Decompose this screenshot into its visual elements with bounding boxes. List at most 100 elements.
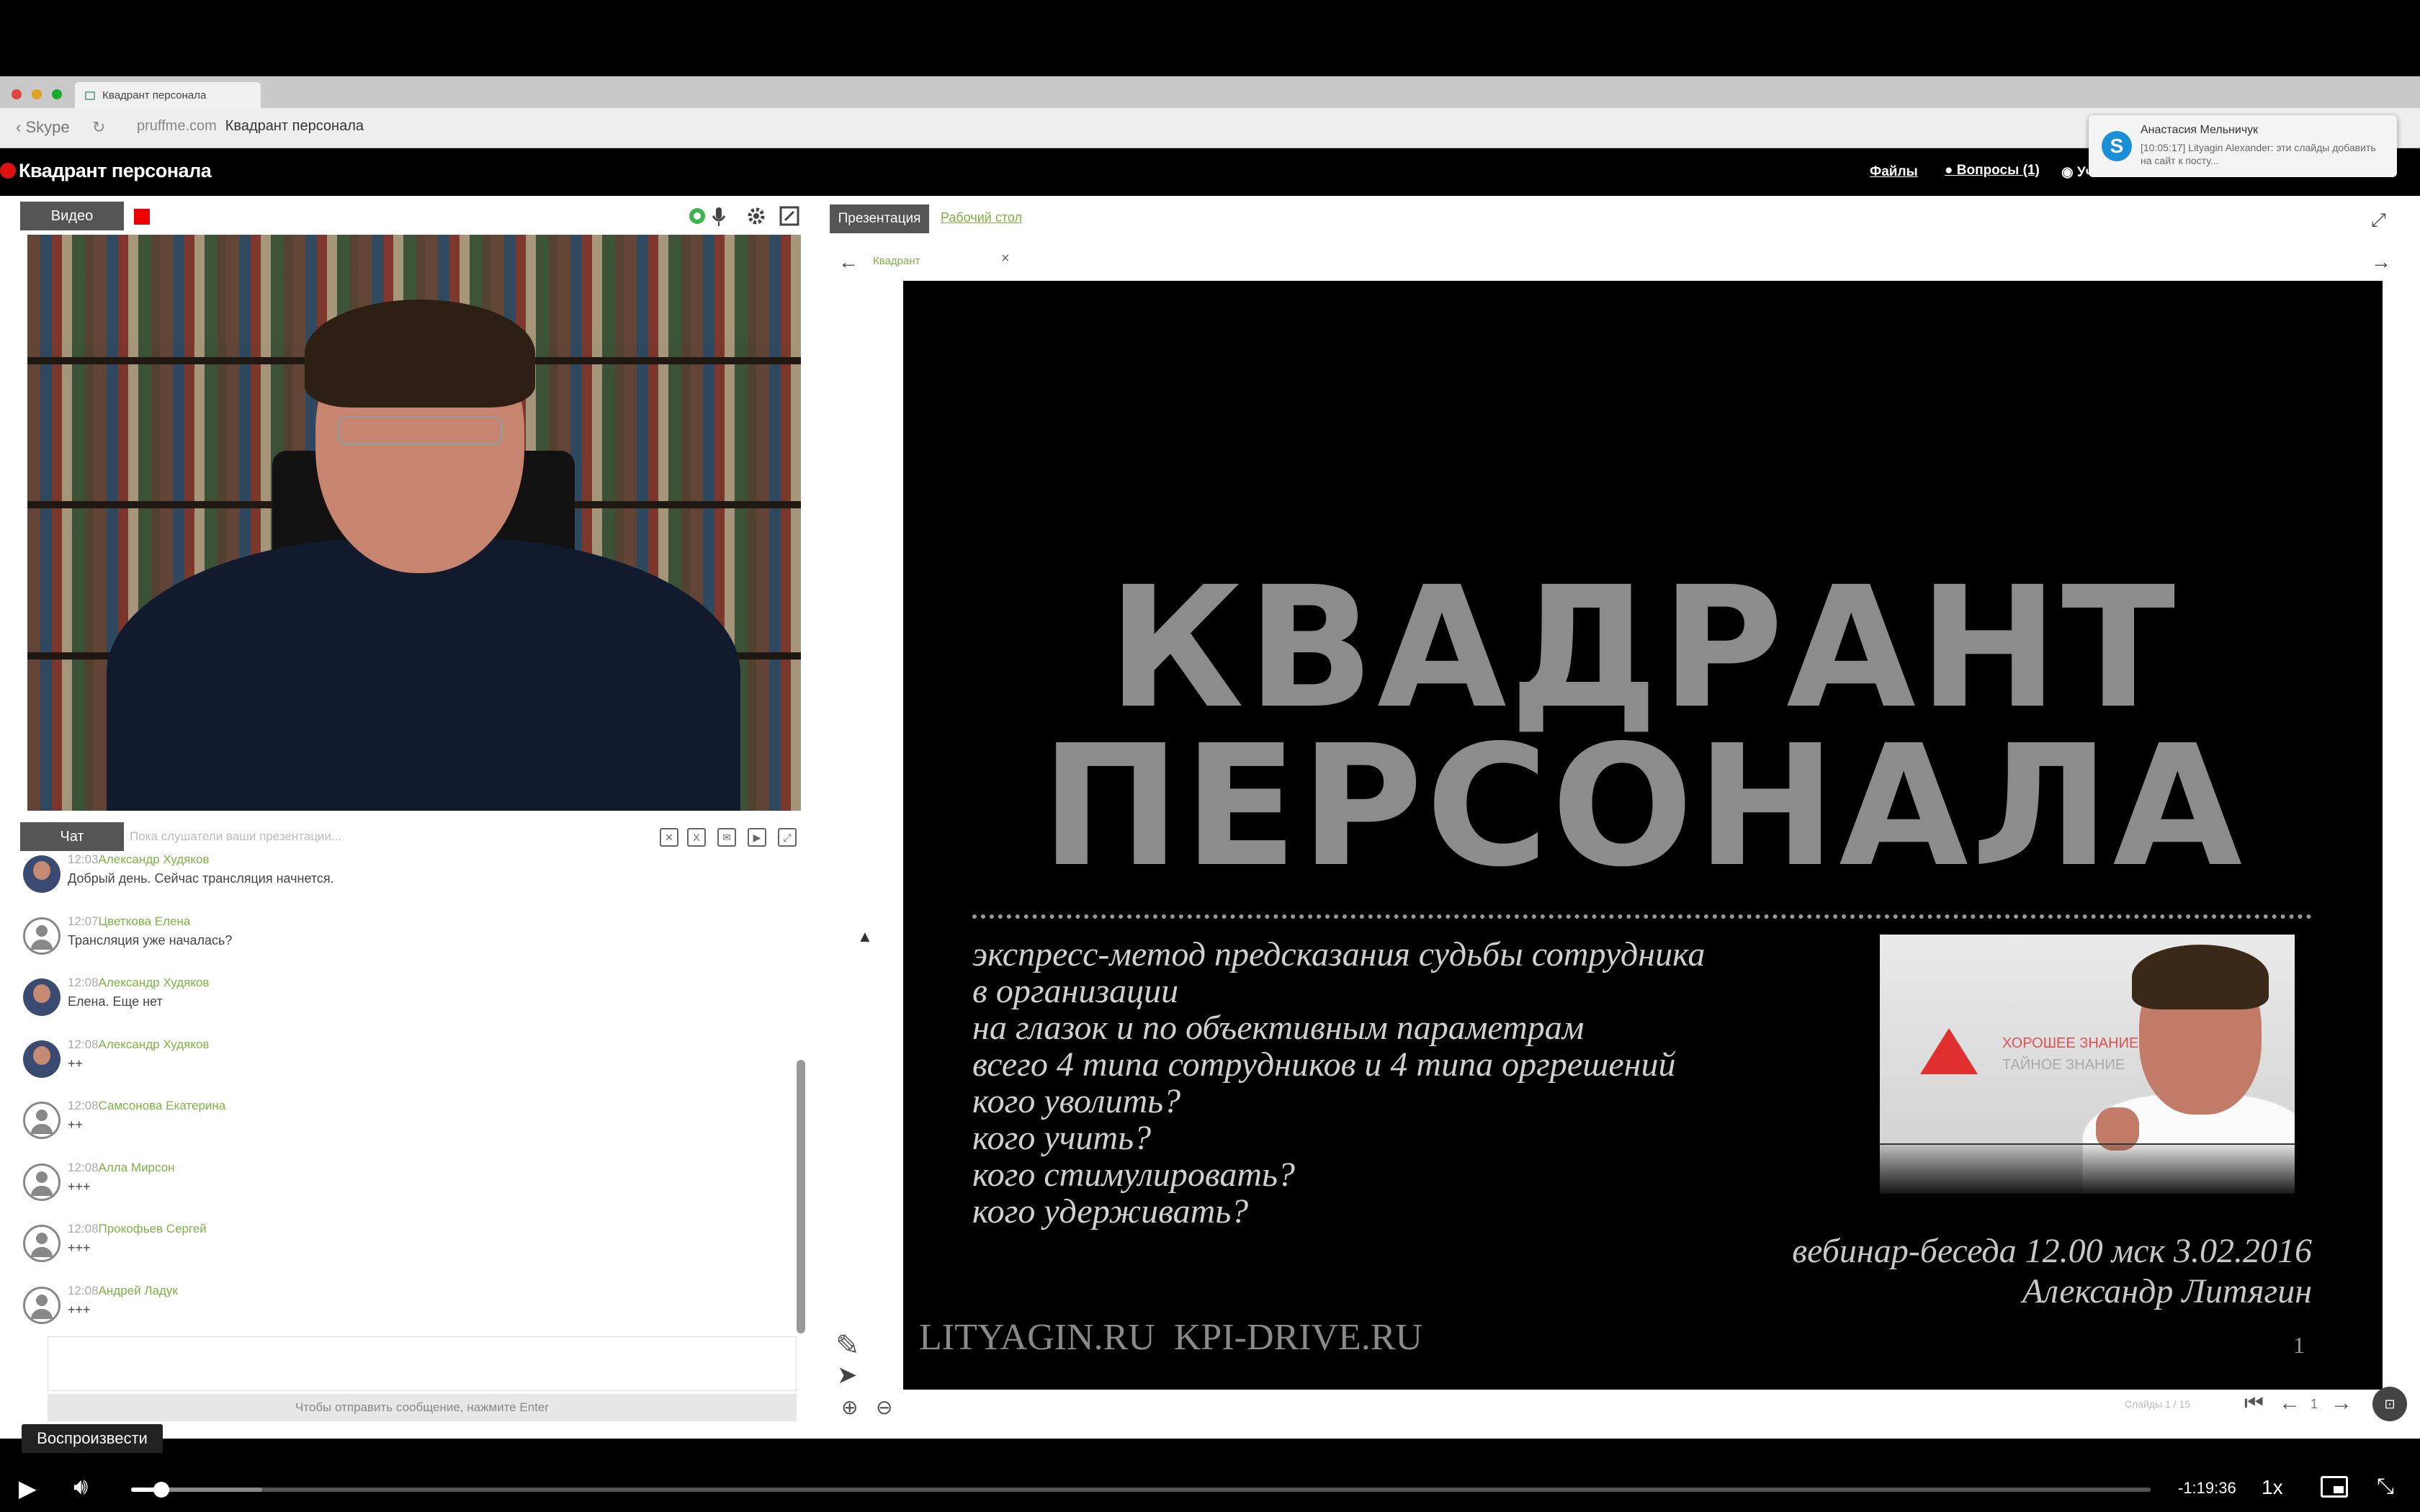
- exit-fullscreen-icon[interactable]: ⤡: [2377, 1475, 2394, 1499]
- settings-gear-icon[interactable]: [745, 204, 768, 228]
- address-bar: ‹ Skype ↻ pruffme.com Квадрант персонала: [0, 108, 2420, 148]
- pointer-tool-icon[interactable]: ➤: [837, 1361, 858, 1390]
- chat-message: 12:08Александр Худяков ++: [20, 1036, 784, 1097]
- time-remaining: -1:19:36: [2178, 1479, 2236, 1497]
- speaker-glasses: [337, 416, 503, 445]
- play-icon[interactable]: ▶: [748, 828, 766, 847]
- message-author[interactable]: Прокофьев Сергей: [99, 1222, 207, 1236]
- captions-icon[interactable]: ⊡: [2372, 1387, 2407, 1421]
- playback-speed-button[interactable]: 1x: [2262, 1476, 2283, 1499]
- message-author[interactable]: Цветкова Елена: [99, 914, 191, 928]
- slide-author: Александр Литягин: [2022, 1272, 2312, 1310]
- speaker-body: [107, 537, 740, 811]
- chat-search-placeholder[interactable]: Пока слушатели ваши презентации...: [130, 829, 341, 844]
- seek-handle[interactable]: [153, 1482, 170, 1498]
- volume-icon[interactable]: 🔊︎: [73, 1473, 88, 1500]
- slide-title-line2: ПЕРСОНАЛА: [1040, 709, 2246, 904]
- message-author[interactable]: Александр Худяков: [99, 976, 210, 989]
- tab-chat[interactable]: Чат: [20, 822, 124, 851]
- record-button[interactable]: [134, 209, 150, 225]
- next-slide-icon[interactable]: →: [2331, 1391, 2352, 1416]
- chat-message: 12:08Андрей Ладук +++: [20, 1282, 784, 1343]
- seek-bar[interactable]: [131, 1482, 2151, 1498]
- clear-chat-icon[interactable]: ✕: [660, 828, 678, 847]
- avatar: [23, 917, 60, 955]
- maximize-window-button[interactable]: [52, 89, 62, 99]
- slide-bullet: кого удерживать?: [972, 1192, 1249, 1230]
- speaker-hair: [305, 300, 535, 408]
- expand-video-icon[interactable]: [778, 204, 801, 228]
- first-slide-icon[interactable]: ⏮: [2244, 1391, 2264, 1416]
- slide-number: 1: [2293, 1332, 2305, 1358]
- tab-favicon-icon: [85, 91, 95, 101]
- mouse-cursor-icon: ▲: [857, 927, 873, 945]
- skype-icon: S: [2102, 131, 2132, 161]
- slides-counter: Слайды 1 / 15: [2125, 1398, 2191, 1410]
- export-excel-icon[interactable]: X: [687, 828, 706, 847]
- slide-divider: [972, 914, 2312, 919]
- message-author[interactable]: Самсонова Екатерина: [99, 1099, 226, 1112]
- slide-bullet: всего 4 типа сотрудников и 4 типа оргреш…: [972, 1045, 1676, 1084]
- slide-bullet: на глазок и по объективным параметрам: [972, 1009, 1585, 1047]
- notification-body: [10:05:17] Lityagin Alexander: эти слайд…: [2141, 142, 2376, 166]
- message-author[interactable]: Александр Худяков: [99, 852, 210, 866]
- message-time: 12:07: [68, 914, 99, 928]
- chat-input[interactable]: [48, 1336, 797, 1391]
- picture-in-picture-icon[interactable]: [2321, 1476, 2348, 1498]
- message-meta: 12:08Андрей Ладук: [68, 1284, 178, 1298]
- message-time: 12:08: [68, 1222, 99, 1236]
- company-logo-icon: [1920, 1028, 1978, 1074]
- message-author[interactable]: Андрей Ладук: [99, 1284, 178, 1297]
- message-text: Добрый день. Сейчас трансляция начнется.: [68, 871, 334, 886]
- email-icon[interactable]: ✉: [717, 828, 736, 847]
- browser-tab[interactable]: Квадрант персонала: [75, 82, 261, 108]
- previous-slide-icon[interactable]: ←: [2279, 1391, 2300, 1416]
- chat-message: 12:08Прокофьев Сергей +++: [20, 1220, 784, 1281]
- tab-desktop[interactable]: Рабочий стол: [941, 210, 1022, 225]
- chat-message: 12:08Самсонова Екатерина ++: [20, 1097, 784, 1158]
- slide-speaker-photo: ХОРОШЕЕ ЗНАНИЕ ТАЙНОЕ ЗНАНИЕ: [1880, 935, 2295, 1194]
- chat-header: Чат Пока слушатели ваши презентации... ✕…: [20, 822, 805, 851]
- tab-bar: Квадрант персонала: [0, 76, 2420, 108]
- nav-files-link[interactable]: Файлы: [1870, 164, 1918, 180]
- url-field[interactable]: pruffme.com Квадрант персонала: [137, 118, 364, 135]
- message-meta: 12:08Самсонова Екатерина: [68, 1099, 225, 1113]
- previous-document-arrow-icon[interactable]: ←: [838, 251, 859, 274]
- minimize-window-button[interactable]: [32, 89, 42, 99]
- back-label: Skype: [25, 118, 70, 136]
- tab-video[interactable]: Видео: [20, 202, 124, 230]
- avatar: [23, 1225, 60, 1262]
- camera-status-icon[interactable]: [686, 204, 709, 228]
- message-author[interactable]: Александр Худяков: [99, 1038, 210, 1051]
- message-meta: 12:08Алла Мирсон: [68, 1161, 175, 1175]
- next-document-arrow-icon[interactable]: →: [2371, 251, 2391, 274]
- expand-presentation-icon[interactable]: ⤢: [2371, 209, 2393, 230]
- pen-tool-icon[interactable]: ✎: [835, 1329, 860, 1362]
- nav-questions-label: Вопросы (1): [1956, 163, 2040, 178]
- microphone-icon[interactable]: [707, 204, 730, 228]
- reload-icon[interactable]: ↻: [92, 118, 105, 137]
- zoom-in-icon[interactable]: ⊕: [841, 1395, 858, 1419]
- skype-notification[interactable]: S Анастасия Мельничук [10:05:17] Lityagi…: [2089, 115, 2397, 177]
- nav-questions-link[interactable]: ● Вопросы (1): [1945, 163, 2040, 179]
- message-time: 12:03: [68, 852, 99, 866]
- slide-page-number[interactable]: 1: [2311, 1397, 2318, 1412]
- document-tab[interactable]: Квадрант: [873, 255, 920, 267]
- app-title: Квадрант персонала: [19, 160, 212, 181]
- tab-presentation[interactable]: Презентация: [830, 204, 929, 233]
- message-author[interactable]: Алла Мирсон: [99, 1161, 175, 1174]
- zoom-out-icon[interactable]: ⊖: [876, 1395, 892, 1419]
- url-page: Квадрант персонала: [225, 118, 364, 134]
- close-document-icon[interactable]: ×: [1001, 251, 1010, 267]
- expand-chat-icon[interactable]: ⤢: [778, 828, 797, 847]
- chat-scrollbar[interactable]: [797, 1060, 805, 1333]
- play-button[interactable]: ▶: [19, 1475, 37, 1502]
- message-time: 12:08: [68, 976, 99, 989]
- close-window-button[interactable]: [12, 89, 22, 99]
- slide-bullet: кого учить?: [972, 1119, 1152, 1157]
- message-meta: 12:03Александр Худяков: [68, 852, 209, 867]
- message-time: 12:08: [68, 1160, 99, 1174]
- chat-message: 12:08Александр Худяков Елена. Еще нет: [20, 974, 784, 1035]
- back-to-skype-button[interactable]: ‹ Skype: [16, 118, 70, 137]
- webinar-room: Видео Чат Пока слушатели ваши презентаци…: [0, 196, 2420, 1439]
